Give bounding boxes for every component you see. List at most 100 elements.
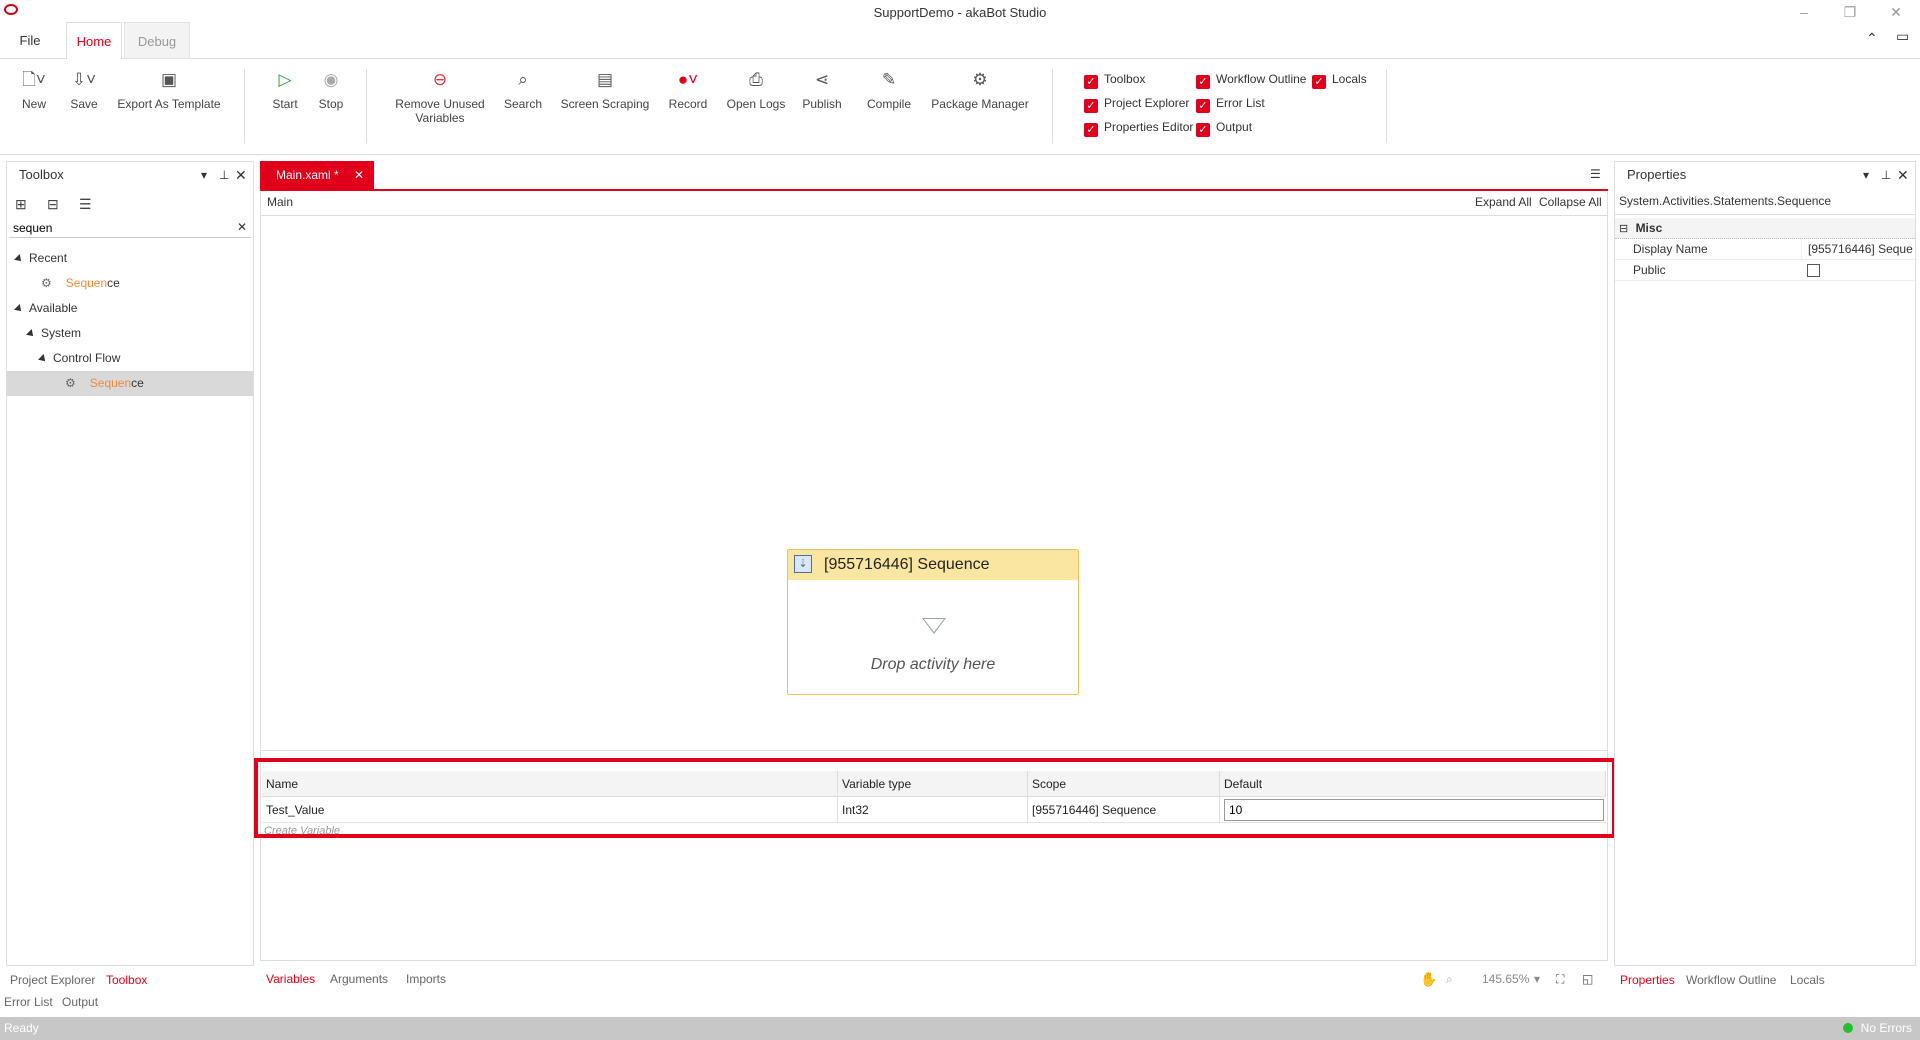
display-name-input[interactable]: [955716446] Sequence [1801,239,1913,260]
public-checkbox[interactable] [1807,264,1820,277]
tab-arguments[interactable]: Arguments [330,969,388,989]
remove-unused-variables-button[interactable]: ⊖ Remove Unused Variables [392,69,488,125]
tab-workflow-outline[interactable]: Workflow Outline [1686,970,1776,990]
expand-arrow-icon [14,304,24,314]
export-as-template-button[interactable]: ▣ Export As Template [114,69,224,111]
expand-all-link[interactable]: Expand All [1475,195,1532,209]
tree-node-recent[interactable]: Recent [7,246,253,271]
tab-error-list[interactable]: Error List [4,992,53,1012]
new-button[interactable]: 🗋˅ New [14,69,54,111]
workflow-outline-checkbox[interactable]: ✓ Workflow Outline [1196,69,1306,89]
pin-icon[interactable]: ⊥ [1881,162,1891,188]
title-bar: SupportDemo - akaBot Studio – ❐ ✕ [0,0,1920,24]
properties-editor-checkbox[interactable]: ✓ Properties Editor [1084,117,1193,137]
search-button[interactable]: ⌕ Search [502,69,544,111]
new-file-icon: 🗋˅ [22,70,46,89]
category-misc[interactable]: ⊟ Misc [1615,218,1915,239]
ribbon-separator [366,69,367,143]
maximize-button[interactable]: ❐ [1832,2,1868,22]
property-public: Public [1615,260,1915,281]
collapse-ribbon-icon[interactable]: ⌃ [1866,30,1878,47]
save-icon: ⇩˅ [71,70,97,89]
panel-dropdown-icon[interactable]: ▾ [201,162,207,188]
tab-properties[interactable]: Properties [1620,970,1675,990]
pin-icon[interactable]: ⊥ [219,162,229,188]
close-tab-icon[interactable]: ✕ [354,168,364,182]
checkmark-icon: ✓ [1196,99,1210,113]
tree-node-system[interactable]: System [7,321,253,346]
remove-circle-icon: ⊖ [432,70,448,89]
tab-project-explorer[interactable]: Project Explorer [10,970,95,990]
compile-button[interactable]: ✎ Compile [862,69,916,111]
sequence-activity[interactable]: [955716446] Sequence ⇣ Drop activity her… [787,549,1079,695]
stop-icon: ◉ [323,70,339,89]
list-view-icon[interactable]: ☰ [79,196,92,213]
screen-scraping-button[interactable]: ▤ Screen Scraping [560,69,650,111]
tab-output[interactable]: Output [62,992,98,1012]
status-ok-icon [1842,1023,1853,1033]
zoom-dropdown-icon[interactable]: ▾ [1534,969,1540,989]
pan-hand-icon[interactable]: ✋ [1420,969,1437,989]
variables-highlight-frame [254,758,1616,838]
minimize-button[interactable]: – [1786,2,1822,22]
tab-imports[interactable]: Imports [406,969,446,989]
save-button[interactable]: ⇩˅ Save [64,69,104,111]
overview-map-icon[interactable]: ◱ [1582,969,1593,989]
checkmark-icon: ✓ [1312,75,1326,89]
expand-arrow-icon [38,354,48,364]
record-button[interactable]: ●˅ Record [666,69,710,111]
tab-variables[interactable]: Variables [266,969,315,989]
close-button[interactable]: ✕ [1878,2,1914,22]
collapse-all-link[interactable]: Collapse All [1539,195,1602,209]
output-checkbox[interactable]: ✓ Output [1196,117,1252,137]
zoom-icon[interactable]: ⌕ [1446,969,1453,989]
stop-button[interactable]: ◉ Stop [312,69,350,111]
error-list-checkbox[interactable]: ✓ Error List [1196,93,1265,113]
fit-to-screen-icon[interactable]: ⛶ [1556,969,1564,989]
collapse-all-icon[interactable]: ⊟ [47,196,59,213]
publish-button[interactable]: ⋖ Publish [800,69,844,111]
tab-file[interactable]: File [8,22,52,59]
panel-dropdown-icon[interactable]: ▾ [1863,162,1869,188]
feedback-icon[interactable]: ▭ [1896,28,1909,45]
tab-locals[interactable]: Locals [1790,970,1825,990]
drop-activity-hint[interactable]: Drop activity here [788,656,1078,674]
tree-node-control-flow[interactable]: Control Flow [7,346,253,371]
expand-all-icon[interactable]: ⊞ [15,196,27,213]
checkmark-icon: ✓ [1196,123,1210,137]
toolbox-search-input[interactable] [9,218,251,238]
checkmark-icon: ✓ [1084,99,1098,113]
tab-toolbox[interactable]: Toolbox [106,970,147,990]
workflow-designer: Main.xaml * ✕ ☰ Main Expand All Collapse… [254,161,1616,987]
tree-item-sequence-recent[interactable]: ⚙ Sequence [7,271,253,296]
tab-debug[interactable]: Debug [124,22,190,59]
close-icon[interactable]: ✕ [235,162,247,188]
open-logs-icon: ⎙ [749,70,763,89]
open-logs-button[interactable]: ⎙ Open Logs [724,69,788,111]
tab-home[interactable]: Home [66,22,122,60]
ribbon-separator [244,69,245,143]
tree-node-available[interactable]: Available [7,296,253,321]
locals-checkbox[interactable]: ✓ Locals [1312,69,1367,89]
close-icon[interactable]: ✕ [1897,162,1909,188]
package-icon: ⚙ [972,70,988,89]
toolbox-checkbox[interactable]: ✓ Toolbox [1084,69,1145,89]
play-icon: ▷ [278,70,292,89]
breadcrumb[interactable]: Main [267,195,293,209]
sequence-activity-icon: ⚙ [41,276,52,290]
project-explorer-checkbox[interactable]: ✓ Project Explorer [1084,93,1189,113]
tab-main-xaml[interactable]: Main.xaml * ✕ [260,161,374,189]
zoom-level[interactable]: 145.65% [1482,969,1529,989]
package-manager-button[interactable]: ⚙ Package Manager [930,69,1030,111]
sequence-header[interactable]: [955716446] Sequence [788,550,1078,580]
tree-item-sequence-available[interactable]: ⚙ Sequence [7,371,253,396]
document-list-icon[interactable]: ☰ [1590,167,1601,181]
search-icon: ⌕ [518,70,528,89]
collapse-category-icon[interactable]: ⊟ [1619,223,1628,235]
share-icon: ⋖ [814,70,830,89]
start-button[interactable]: ▷ Start [266,69,304,111]
checkmark-icon: ✓ [1196,75,1210,89]
properties-panel: Properties ▾ ⊥ ✕ System.Activities.State… [1614,161,1916,966]
status-bar: Ready No Errors [0,1017,1920,1040]
clear-search-icon[interactable]: ✕ [237,220,247,234]
